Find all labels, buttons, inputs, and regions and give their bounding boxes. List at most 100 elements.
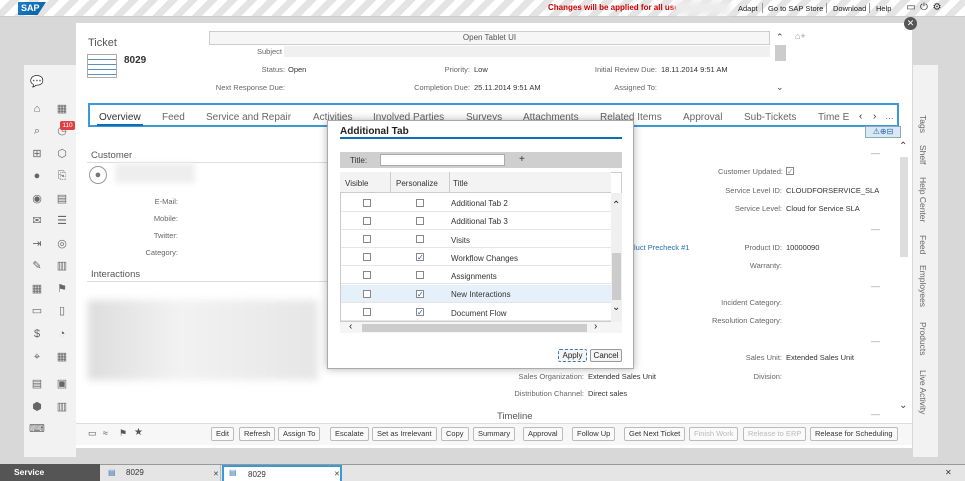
add-tab-button[interactable]: + — [519, 154, 525, 165]
page-scrollbar-thumb[interactable] — [900, 157, 908, 257]
visible-checkbox[interactable] — [363, 308, 371, 316]
ledger-icon[interactable]: ▤ — [29, 376, 45, 392]
docs-icon[interactable]: ▥ — [54, 399, 70, 415]
box-icon[interactable]: ⬡ — [54, 146, 70, 162]
side-tab-live-activity[interactable]: Live Activity — [918, 370, 928, 414]
horizontal-scroll-thumb[interactable] — [362, 324, 587, 332]
visible-checkbox[interactable] — [363, 290, 371, 298]
collapse-icon[interactable]: — — [871, 409, 880, 419]
scroll-right-icon[interactable]: › — [594, 321, 597, 332]
report-icon[interactable]: ▥ — [54, 258, 70, 274]
comment-icon[interactable]: ▭ — [88, 428, 97, 439]
adapt-link[interactable]: Adapt — [738, 4, 758, 13]
coin-icon[interactable]: ◎ — [54, 236, 70, 252]
visible-checkbox[interactable] — [363, 271, 371, 279]
download-link[interactable]: Download — [833, 4, 866, 13]
tab-overview[interactable]: Overview — [99, 112, 141, 123]
help-link[interactable]: Help — [876, 4, 891, 13]
chevron-up-icon[interactable]: ⌃ — [776, 32, 784, 43]
flag-icon[interactable]: ⚑ — [119, 428, 127, 439]
title-input[interactable] — [380, 154, 505, 166]
power-icon[interactable]: ⏻ — [918, 2, 930, 14]
calendar3-icon[interactable]: ▦ — [54, 349, 70, 365]
window-tab-2[interactable]: 8029 — [222, 465, 342, 481]
tab-approval[interactable]: Approval — [683, 112, 722, 123]
get-next-ticket-button[interactable]: Get Next Ticket — [624, 427, 686, 441]
personalize-column-header[interactable]: Personalize — [396, 179, 438, 188]
approval-button[interactable]: Approval — [523, 427, 563, 441]
summary-button[interactable]: Summary — [473, 427, 516, 441]
collapse-icon[interactable]: — — [871, 224, 880, 234]
rss-icon[interactable]: ≈ — [103, 428, 108, 438]
money-icon[interactable]: $ — [29, 326, 45, 342]
release-for-scheduling-button[interactable]: Release for Scheduling — [810, 427, 898, 441]
contact-icon[interactable]: ◉ — [29, 191, 45, 207]
product-link[interactable]: luct Precheck #1 — [634, 243, 689, 252]
vertical-scroll-thumb[interactable] — [612, 253, 621, 300]
collapse-icon[interactable]: — — [871, 336, 880, 346]
search-icon[interactable]: ⌕ — [29, 123, 45, 139]
release-to-erp-button[interactable]: Release to ERP — [743, 427, 807, 441]
visible-checkbox[interactable] — [363, 253, 371, 261]
page-scroll-up-icon[interactable]: ⌃ — [899, 141, 907, 152]
close-icon[interactable]: ✕ — [904, 17, 917, 30]
side-tab-employees[interactable]: Employees — [918, 265, 928, 307]
tag-icon[interactable]: ⌂+ — [795, 31, 806, 41]
edit-button[interactable]: Edit — [211, 427, 234, 441]
personalize-checkbox-checked[interactable]: ✓ — [416, 290, 424, 299]
follow-up-button[interactable]: Follow Up — [572, 427, 616, 441]
personalize-checkbox[interactable] — [416, 271, 424, 279]
ticket-icon[interactable]: ⚑ — [54, 281, 70, 297]
title-column-header[interactable]: Title — [453, 179, 468, 188]
list-icon[interactable]: ☰ — [54, 213, 70, 229]
personalize-tab-icons[interactable]: ⚠⊕⊟ — [865, 126, 901, 138]
pie-icon[interactable]: ◔ — [54, 326, 70, 342]
message-icon[interactable]: ▭ — [29, 303, 45, 319]
table-row[interactable] — [341, 230, 611, 248]
side-tab-shelf[interactable]: Shelf — [918, 145, 928, 164]
tab-service-and-repair[interactable]: Service and Repair — [206, 112, 291, 123]
document-search-icon[interactable]: ⎘ — [54, 168, 70, 184]
open-tablet-ui-button[interactable]: Open Tablet UI — [209, 31, 770, 45]
tab-feed[interactable]: Feed — [162, 112, 185, 123]
calendar-icon[interactable]: ▦ — [54, 101, 70, 117]
collapse-icon[interactable]: — — [871, 281, 880, 291]
chevron-down-icon[interactable]: ⌄ — [776, 82, 784, 93]
more-tabs-icon[interactable]: … — [885, 111, 894, 121]
service-work-center-button[interactable]: Service — [0, 464, 100, 481]
apply-button[interactable]: Apply — [558, 349, 587, 362]
login-icon[interactable]: ⇥ — [29, 236, 45, 252]
clipboard-icon[interactable]: ▣ — [54, 376, 70, 392]
window-tab-1[interactable]: 8029 — [102, 465, 221, 481]
side-tab-help-center[interactable]: Help Center — [918, 177, 928, 222]
set-irrelevant-button[interactable]: Set as Irrelevant — [372, 427, 437, 441]
personalize-checkbox[interactable] — [416, 235, 424, 243]
close-window-icon[interactable]: ✕ — [334, 470, 340, 478]
gear-icon[interactable]: ⚙ — [931, 2, 943, 14]
tab-time-entries[interactable]: Time E — [818, 112, 852, 123]
person-icon[interactable]: ● — [29, 168, 45, 184]
org-icon[interactable]: ⊞ — [29, 146, 45, 162]
visible-column-header[interactable]: Visible — [345, 179, 368, 188]
visible-checkbox[interactable] — [363, 217, 371, 225]
map-icon[interactable]: ⌖ — [29, 349, 45, 365]
sap-store-link[interactable]: Go to SAP Store — [768, 4, 823, 13]
finish-work-button[interactable]: Finish Work — [689, 427, 739, 441]
tab-scroll-left-icon[interactable]: ‹ — [859, 111, 862, 122]
chat-icon[interactable]: 💬 — [29, 74, 45, 90]
edit-icon[interactable]: ✎ — [29, 258, 45, 274]
escalate-button[interactable]: Escalate — [330, 427, 369, 441]
home-icon[interactable]: ⌂ — [29, 101, 45, 117]
cancel-button[interactable]: Cancel — [590, 349, 622, 362]
window-icon[interactable]: ▭ — [905, 2, 917, 14]
personalize-checkbox[interactable] — [416, 199, 424, 207]
page-scroll-down-icon[interactable]: ⌄ — [899, 400, 907, 411]
close-all-icon[interactable]: ✕ — [945, 468, 952, 477]
copy-button[interactable]: Copy — [441, 427, 469, 441]
cube-icon[interactable]: ⬢ — [29, 399, 45, 415]
tab-sub-tickets[interactable]: Sub-Tickets — [744, 112, 796, 123]
visible-checkbox[interactable] — [363, 199, 371, 207]
personalize-checkbox[interactable] — [416, 217, 424, 225]
header-scrollbar[interactable] — [775, 45, 786, 61]
favorite-icon[interactable]: ★ — [134, 427, 143, 438]
